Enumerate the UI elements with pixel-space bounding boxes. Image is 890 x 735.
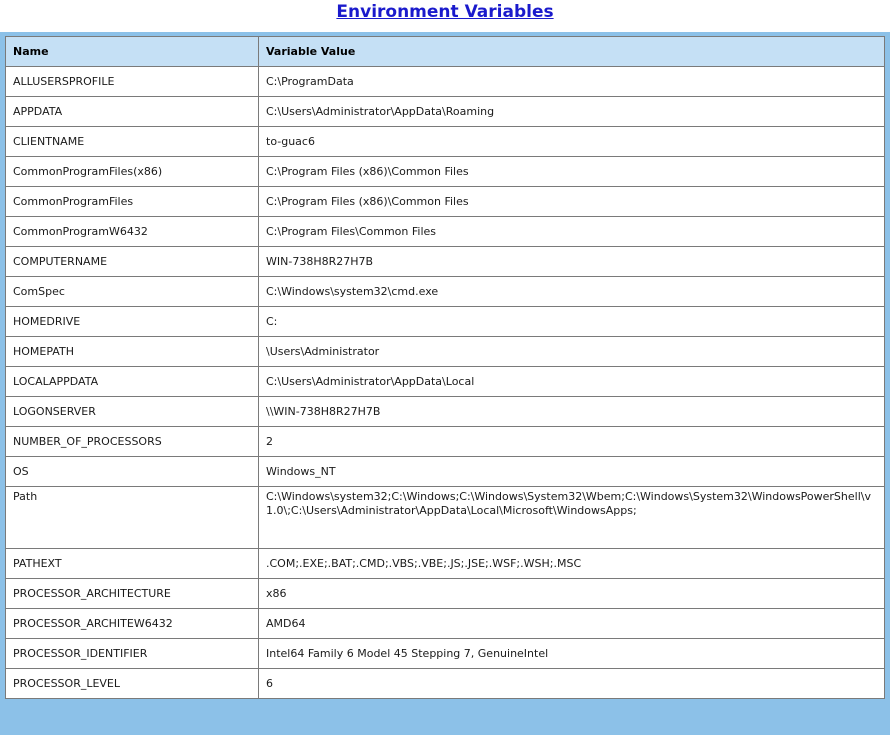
var-value: C:\ProgramData	[258, 66, 885, 97]
var-name: CommonProgramFiles	[5, 186, 259, 217]
table-row: CLIENTNAME to-guac6	[5, 126, 885, 157]
var-value: \\WIN-738H8R27H7B	[258, 396, 885, 427]
table-row: PROCESSOR_IDENTIFIER Intel64 Family 6 Mo…	[5, 638, 885, 669]
var-name: CLIENTNAME	[5, 126, 259, 157]
table-row: OS Windows_NT	[5, 456, 885, 487]
page: Environment Variables Name Variable Valu…	[0, 0, 890, 735]
table-row: CommonProgramFiles(x86) C:\Program Files…	[5, 156, 885, 187]
table-row: COMPUTERNAME WIN-738H8R27H7B	[5, 246, 885, 277]
var-name: Path	[5, 486, 259, 549]
var-value: \Users\Administrator	[258, 336, 885, 367]
table-row: CommonProgramW6432 C:\Program Files\Comm…	[5, 216, 885, 247]
title-wrap: Environment Variables	[0, 0, 890, 30]
var-name: CommonProgramW6432	[5, 216, 259, 247]
var-name: CommonProgramFiles(x86)	[5, 156, 259, 187]
var-name: PROCESSOR_LEVEL	[5, 668, 259, 699]
var-name: ComSpec	[5, 276, 259, 307]
env-table: Name Variable Value ALLUSERSPROFILE C:\P…	[5, 36, 885, 699]
var-value: WIN-738H8R27H7B	[258, 246, 885, 277]
var-value: C:\Windows\system32\cmd.exe	[258, 276, 885, 307]
table-row: Path C:\Windows\system32;C:\Windows;C:\W…	[5, 486, 885, 549]
table-body: ALLUSERSPROFILE C:\ProgramData APPDATA C…	[5, 66, 885, 699]
var-value: x86	[258, 578, 885, 609]
table-row: ALLUSERSPROFILE C:\ProgramData	[5, 66, 885, 97]
table-row: ComSpec C:\Windows\system32\cmd.exe	[5, 276, 885, 307]
var-name: PROCESSOR_IDENTIFIER	[5, 638, 259, 669]
var-value: C:\Users\Administrator\AppData\Local	[258, 366, 885, 397]
table-row: CommonProgramFiles C:\Program Files (x86…	[5, 186, 885, 217]
var-name: HOMEPATH	[5, 336, 259, 367]
var-name: OS	[5, 456, 259, 487]
table-row: NUMBER_OF_PROCESSORS 2	[5, 426, 885, 457]
var-name: NUMBER_OF_PROCESSORS	[5, 426, 259, 457]
table-row: APPDATA C:\Users\Administrator\AppData\R…	[5, 96, 885, 127]
table-row: PROCESSOR_LEVEL 6	[5, 668, 885, 699]
column-header-name: Name	[5, 36, 259, 67]
table-row: PROCESSOR_ARCHITECTURE x86	[5, 578, 885, 609]
table-row: LOCALAPPDATA C:\Users\Administrator\AppD…	[5, 366, 885, 397]
var-value: 2	[258, 426, 885, 457]
var-value: C:\Windows\system32;C:\Windows;C:\Window…	[258, 486, 885, 549]
var-value: C:\Program Files (x86)\Common Files	[258, 186, 885, 217]
var-value: C:\Program Files\Common Files	[258, 216, 885, 247]
table-header-row: Name Variable Value	[5, 36, 885, 67]
table-row: HOMEPATH \Users\Administrator	[5, 336, 885, 367]
var-name: PROCESSOR_ARCHITEW6432	[5, 608, 259, 639]
var-value: AMD64	[258, 608, 885, 639]
table-row: HOMEDRIVE C:	[5, 306, 885, 337]
column-header-value: Variable Value	[258, 36, 885, 67]
page-title-link[interactable]: Environment Variables	[336, 0, 553, 24]
table-row: PROCESSOR_ARCHITEW6432 AMD64	[5, 608, 885, 639]
var-name: APPDATA	[5, 96, 259, 127]
var-value: C:	[258, 306, 885, 337]
var-name: LOCALAPPDATA	[5, 366, 259, 397]
var-value: C:\Program Files (x86)\Common Files	[258, 156, 885, 187]
var-value: Windows_NT	[258, 456, 885, 487]
var-name: COMPUTERNAME	[5, 246, 259, 277]
var-value: Intel64 Family 6 Model 45 Stepping 7, Ge…	[258, 638, 885, 669]
var-value: 6	[258, 668, 885, 699]
var-name: ALLUSERSPROFILE	[5, 66, 259, 97]
var-name: PROCESSOR_ARCHITECTURE	[5, 578, 259, 609]
var-name: LOGONSERVER	[5, 396, 259, 427]
table-row: PATHEXT .COM;.EXE;.BAT;.CMD;.VBS;.VBE;.J…	[5, 548, 885, 579]
var-name: HOMEDRIVE	[5, 306, 259, 337]
var-value: C:\Users\Administrator\AppData\Roaming	[258, 96, 885, 127]
table-frame: Name Variable Value ALLUSERSPROFILE C:\P…	[0, 32, 890, 735]
var-name: PATHEXT	[5, 548, 259, 579]
table-row: LOGONSERVER \\WIN-738H8R27H7B	[5, 396, 885, 427]
var-value: .COM;.EXE;.BAT;.CMD;.VBS;.VBE;.JS;.JSE;.…	[258, 548, 885, 579]
var-value: to-guac6	[258, 126, 885, 157]
